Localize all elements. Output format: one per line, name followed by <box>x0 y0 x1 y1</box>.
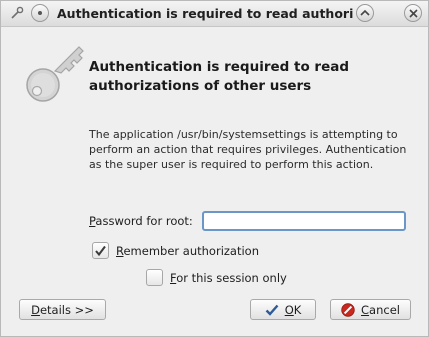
cancel-icon <box>341 302 355 317</box>
details-button[interactable]: Details >> <box>19 299 106 320</box>
cancel-mnemonic: C <box>361 302 370 317</box>
session-only-checkbox[interactable]: For this session only <box>146 269 287 286</box>
dialog-description: The application /usr/bin/systemsettings … <box>89 128 407 171</box>
password-field[interactable] <box>202 211 406 231</box>
menu-icon[interactable] <box>31 4 49 22</box>
checkmark-icon <box>95 245 106 257</box>
auth-dialog-window: Authentication is required to read autho… <box>0 0 429 337</box>
session-only-checkbox-box[interactable] <box>146 269 163 286</box>
details-mnemonic: D <box>31 302 40 317</box>
remember-authorization-checkbox[interactable]: Remember authorization <box>92 242 259 259</box>
dialog-headline: Authentication is required to read autho… <box>89 59 350 94</box>
wrench-icon[interactable] <box>9 5 25 21</box>
remember-checkbox-box[interactable] <box>92 242 109 259</box>
password-label-text: assword for root: <box>95 214 193 228</box>
ok-label: K <box>293 302 302 317</box>
remember-label: Remember authorization <box>116 244 259 258</box>
session-only-label: For this session only <box>170 271 287 285</box>
ok-mnemonic: O <box>284 302 294 317</box>
cancel-button[interactable]: Cancel <box>330 299 411 320</box>
ok-check-icon <box>265 304 279 316</box>
close-icon[interactable] <box>404 4 422 22</box>
password-label: Password for root: <box>89 214 193 229</box>
title-bar[interactable]: Authentication is required to read autho… <box>1 1 428 27</box>
remember-label-text: emember authorization <box>123 243 260 258</box>
details-label: etails >> <box>39 302 94 317</box>
key-icon <box>21 45 85 109</box>
chevron-up-icon[interactable] <box>356 4 374 22</box>
window-title: Authentication is required to read autho… <box>57 6 353 21</box>
session-only-label-text: or this session only <box>176 270 287 285</box>
ok-button[interactable]: OK <box>250 299 316 320</box>
cancel-label: ancel <box>369 302 400 317</box>
